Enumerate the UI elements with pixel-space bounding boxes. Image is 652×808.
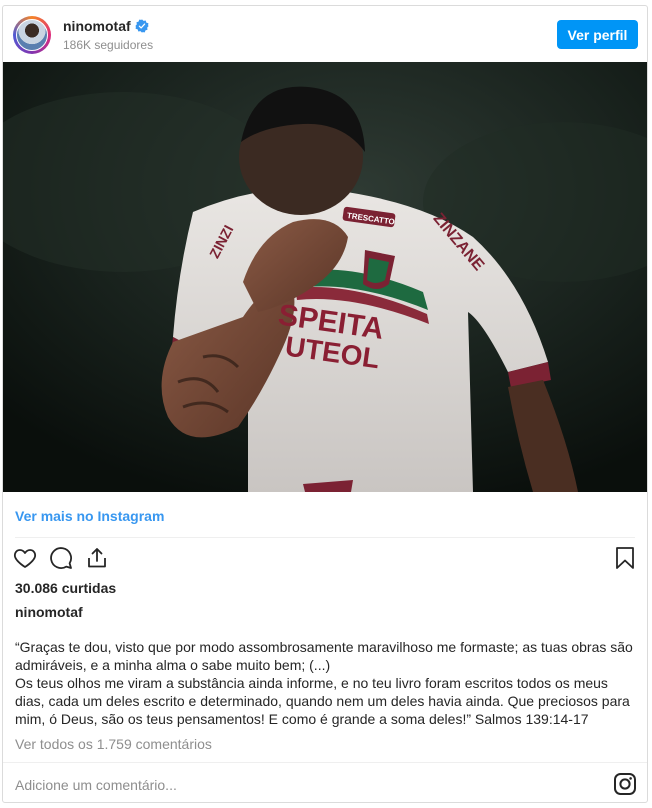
post-photo[interactable]: SPEITA UTEOL ZINZANE ZINZI TRESCATTO — [3, 62, 647, 492]
avatar-image — [16, 19, 48, 51]
bookmark-icon[interactable] — [613, 546, 637, 570]
caption-username[interactable]: ninomotaf — [15, 604, 83, 620]
share-icon[interactable] — [85, 546, 109, 570]
divider — [15, 537, 635, 538]
avatar[interactable] — [13, 16, 51, 54]
username-row: ninomotaf — [63, 18, 149, 34]
likes-count[interactable]: 30.086 curtidas — [15, 580, 116, 596]
post-caption: “Graças te dou, visto que por modo assom… — [15, 639, 633, 727]
instagram-embed-card: ninomotaf 186K seguidores Ver perfil SPE… — [2, 5, 648, 803]
view-all-comments-link[interactable]: Ver todos os 1.759 comentários — [15, 736, 212, 752]
instagram-icon[interactable] — [613, 772, 637, 796]
comment-bubble-icon[interactable] — [49, 546, 73, 570]
username[interactable]: ninomotaf — [63, 18, 131, 34]
comment-footer — [3, 762, 647, 802]
action-bar — [13, 546, 109, 570]
post-photo-image: SPEITA UTEOL ZINZANE ZINZI TRESCATTO — [3, 62, 647, 492]
view-profile-button[interactable]: Ver perfil — [557, 20, 638, 49]
post-header: ninomotaf 186K seguidores Ver perfil — [3, 6, 647, 63]
followers-count: 186K seguidores — [63, 38, 154, 52]
heart-icon[interactable] — [13, 546, 37, 570]
comment-input[interactable] — [13, 773, 577, 797]
verified-badge-icon — [135, 19, 149, 33]
view-more-on-instagram-link[interactable]: Ver mais no Instagram — [15, 508, 164, 524]
